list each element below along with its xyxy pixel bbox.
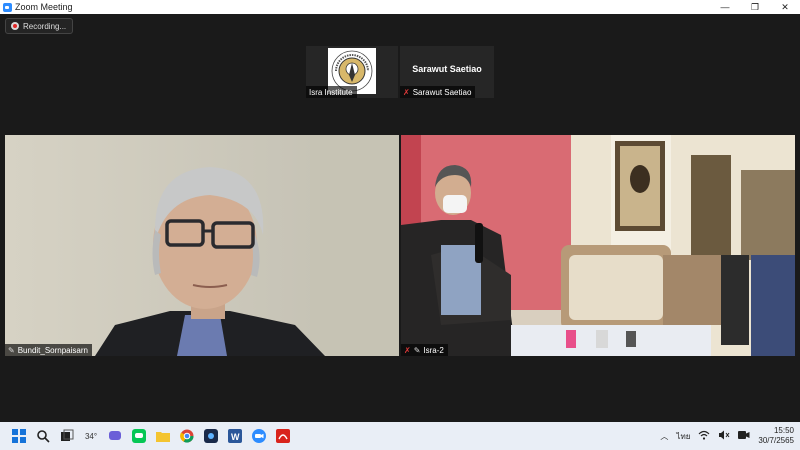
task-view-icon[interactable] [58,427,76,445]
language-indicator[interactable]: ไทย [676,430,690,443]
recording-icon [11,22,19,30]
title-bar: Zoom Meeting — ❐ ✕ [0,0,800,14]
participant-name-tag: Isra Institute [306,86,357,98]
taskbar-apps: 34° W [10,427,292,445]
participant-name-tag: ✗ ✎ Isra-2 [401,344,448,356]
video-feed-bundit [5,135,399,356]
participant-thumbnail-isra-institute[interactable]: Isra Institute [306,46,398,98]
video-feed-isra-2 [401,135,795,356]
system-tray: ︿ ไทย 15:50 30/7/2565 [660,422,794,450]
video-tile-bundit[interactable]: ✎ Bundit_Sornpaisarn [5,135,399,356]
pin-icon: ✎ [413,345,421,355]
window-title: Zoom Meeting [15,2,73,12]
meeting-area: Recording... Isra Institute Sarawut Saet… [0,14,800,422]
line-app-icon[interactable] [130,427,148,445]
mic-muted-icon: ✗ [404,345,411,355]
zoom-logo-icon [3,2,12,12]
start-icon[interactable] [10,427,28,445]
mic-muted-icon: ✗ [403,87,410,97]
participant-name-tag: ✗ Sarawut Saetiao [400,86,476,98]
weather-temp: 34° [84,431,98,441]
meet-now-icon[interactable] [738,430,750,442]
chrome-icon[interactable] [178,427,196,445]
svg-text:W: W [231,432,240,442]
capture-app-icon[interactable] [202,427,220,445]
chat-icon[interactable] [106,427,124,445]
pin-icon: ✎ [8,345,15,355]
acrobat-icon[interactable] [274,427,292,445]
maximize-button[interactable]: ❐ [740,0,770,14]
video-tile-isra-2[interactable]: ✗ ✎ Isra-2 [401,135,795,356]
minimize-button[interactable]: — [710,0,740,14]
clock-time: 15:50 [773,426,794,435]
participant-display-name: Sarawut Saetiao [412,64,482,74]
recording-label: Recording... [23,21,67,31]
chevron-up-icon[interactable]: ︿ [660,431,668,442]
window-controls: — ❐ ✕ [710,0,800,14]
zoom-app-icon[interactable] [250,427,268,445]
weather-icon[interactable]: 34° [82,427,100,445]
file-explorer-icon[interactable] [154,427,172,445]
windows-taskbar: 34° W ︿ ไทย 15:50 30/7/2565 [0,422,800,450]
close-button[interactable]: ✕ [770,0,800,14]
recording-indicator[interactable]: Recording... [5,18,74,34]
search-icon[interactable] [34,427,52,445]
volume-muted-icon[interactable] [718,430,730,442]
word-icon[interactable]: W [226,427,244,445]
wifi-icon[interactable] [698,430,710,442]
participant-thumbnail-sarawut[interactable]: Sarawut Saetiao ✗ Sarawut Saetiao [400,46,494,98]
clock-date: 30/7/2565 [758,436,794,445]
clock[interactable]: 15:50 30/7/2565 [758,426,794,446]
participant-name-tag: ✎ Bundit_Sornpaisarn [5,344,92,356]
